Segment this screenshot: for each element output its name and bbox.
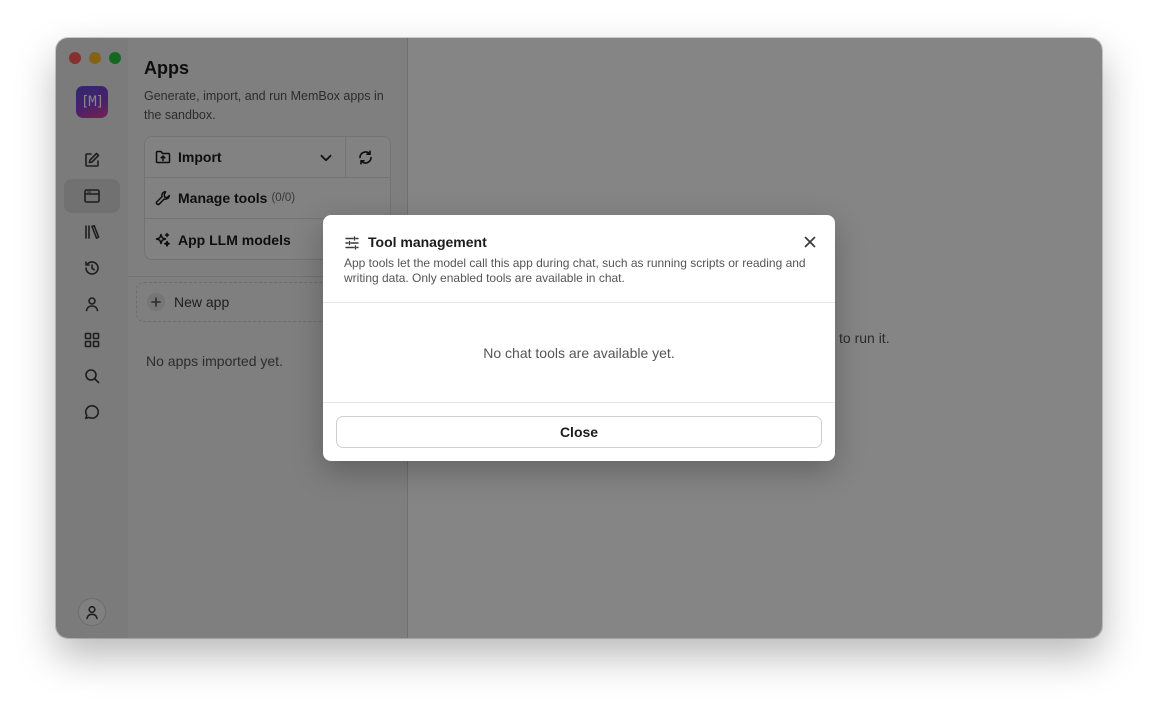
no-tools-message: No chat tools are available yet. xyxy=(483,344,675,361)
dialog-title: Tool management xyxy=(368,234,487,250)
dialog-close-button[interactable] xyxy=(801,233,819,251)
dialog-body: No chat tools are available yet. xyxy=(323,303,835,403)
sliders-icon xyxy=(345,236,359,250)
close-button[interactable]: Close xyxy=(336,416,822,448)
close-icon xyxy=(804,236,816,248)
dialog-description: App tools let the model call this app du… xyxy=(344,256,806,285)
dialog-header: Tool management App tools let the model … xyxy=(323,215,835,303)
tool-management-dialog: Tool management App tools let the model … xyxy=(323,215,835,461)
